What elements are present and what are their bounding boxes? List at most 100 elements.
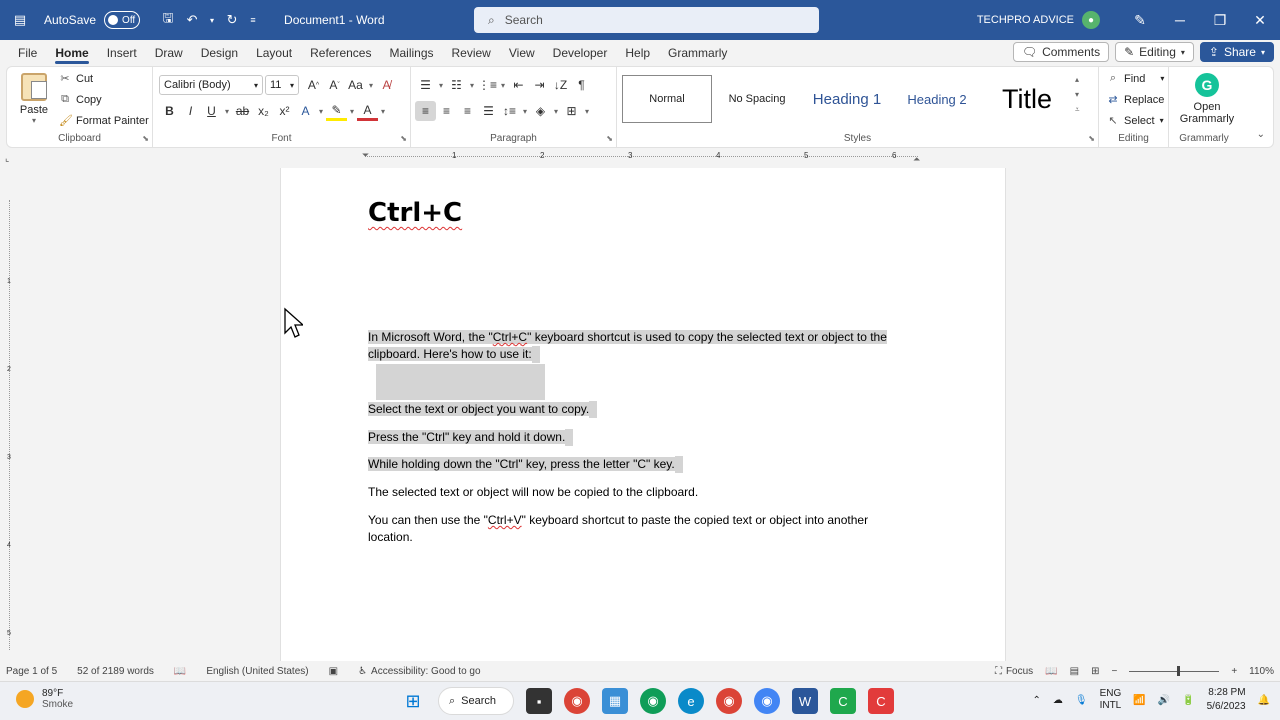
customize-toolbar-icon[interactable]: ≡ <box>248 12 258 28</box>
onedrive-icon[interactable]: ☁ <box>1053 695 1063 706</box>
bullets-icon[interactable]: ☰ <box>415 75 436 95</box>
page-count[interactable]: Page 1 of 5 <box>6 666 57 677</box>
bold-icon[interactable]: B <box>159 101 180 121</box>
multilevel-list-icon[interactable]: ⋮≡ <box>477 75 498 95</box>
find-button[interactable]: ⌕ Find ▾ <box>1107 72 1165 85</box>
tab-file[interactable]: File <box>9 40 46 66</box>
clock[interactable]: 8:28 PM 5/6/2023 <box>1207 686 1246 714</box>
windows-start-icon[interactable]: ⊞ <box>400 688 426 714</box>
chevron-down-icon[interactable]: ▾ <box>347 101 357 121</box>
chevron-down-icon[interactable]: ▾ <box>498 75 508 95</box>
taskbar-search[interactable]: ⌕ Search <box>438 687 514 715</box>
tab-grammarly[interactable]: Grammarly <box>659 40 736 66</box>
tab-help[interactable]: Help <box>616 40 659 66</box>
cut-button[interactable]: ✂ Cut <box>59 72 93 86</box>
tab-review[interactable]: Review <box>443 40 500 66</box>
increase-indent-icon[interactable]: ⇥ <box>529 75 550 95</box>
underline-icon[interactable]: U <box>201 101 222 121</box>
zoom-level[interactable]: 110% <box>1249 666 1274 677</box>
minimize-button[interactable]: ─ <box>1160 0 1200 40</box>
accessibility-status[interactable]: ♿ Accessibility: Good to go <box>358 666 480 677</box>
camtasia-green-icon[interactable]: C <box>830 688 856 714</box>
dialog-launcher-icon[interactable]: ⬊ <box>142 134 149 143</box>
format-painter-button[interactable]: 🖌 Format Painter <box>59 114 149 128</box>
read-mode-icon[interactable]: 📖 <box>1045 666 1057 677</box>
style-heading-2[interactable]: Heading 2 <box>892 75 982 123</box>
tab-insert[interactable]: Insert <box>98 40 146 66</box>
sort-icon[interactable]: ↓Z <box>550 75 571 95</box>
select-button[interactable]: ↖ Select ▾ <box>1107 114 1163 128</box>
indent-marker-icon[interactable]: ⏷ <box>362 150 369 161</box>
editing-mode-button[interactable]: ✎ Editing ▾ <box>1115 42 1194 62</box>
chevron-down-icon[interactable]: ▾ <box>436 75 446 95</box>
style-no-spacing[interactable]: No Spacing <box>712 75 802 123</box>
dialog-launcher-icon[interactable]: ⬊ <box>606 134 613 143</box>
save-icon[interactable]: 🖫 <box>160 10 176 28</box>
chevron-down-icon[interactable]: ▾ <box>582 101 592 121</box>
borders-icon[interactable]: ⊞ <box>561 101 582 121</box>
word-taskbar-icon[interactable]: W <box>792 688 818 714</box>
font-color-icon[interactable]: A <box>357 101 378 121</box>
tab-design[interactable]: Design <box>192 40 247 66</box>
document-page[interactable]: Ctrl+C In Microsoft Word, the "Ctrl+C" k… <box>280 168 1006 661</box>
strikethrough-icon[interactable]: ab <box>232 101 253 121</box>
scroll-down-icon[interactable]: ▾ <box>1075 90 1087 99</box>
paste-button[interactable]: Paste ▾ <box>19 73 49 125</box>
notifications-icon[interactable]: 🔔 <box>1258 695 1270 706</box>
maximize-button[interactable]: ❐ <box>1200 0 1240 40</box>
align-center-icon[interactable]: ≡ <box>436 101 457 121</box>
horizontal-ruler[interactable]: ⏷ ⏶ 1 2 3 4 5 6 <box>280 150 1006 164</box>
chrome-icon[interactable]: ◉ <box>564 688 590 714</box>
line-spacing-icon[interactable]: ↕≡ <box>499 101 520 121</box>
account-name[interactable]: TECHPRO ADVICE <box>977 14 1074 26</box>
focus-button[interactable]: ⛶ Focus <box>995 666 1033 677</box>
scroll-up-icon[interactable]: ▴ <box>1075 75 1087 84</box>
volume-icon[interactable]: 🔊 <box>1158 695 1170 706</box>
shading-icon[interactable]: ◈ <box>530 101 551 121</box>
right-indent-marker-icon[interactable]: ⏶ <box>913 154 920 165</box>
word-app-icon[interactable]: ▤ <box>12 12 28 28</box>
dialog-launcher-icon[interactable]: ⬊ <box>1088 134 1095 143</box>
weather-widget[interactable]: 89°F Smoke <box>16 688 73 710</box>
subscript-icon[interactable]: x₂ <box>253 101 274 121</box>
show-formatting-marks-icon[interactable]: ¶ <box>571 75 592 95</box>
chevron-down-icon[interactable]: ▾ <box>551 101 561 121</box>
chevron-down-icon[interactable]: ▾ <box>467 75 477 95</box>
open-grammarly-button[interactable]: G Open Grammarly <box>1179 73 1235 125</box>
change-case-icon[interactable]: Aa <box>345 75 366 95</box>
tab-draw[interactable]: Draw <box>146 40 192 66</box>
notepad-icon[interactable]: ▦ <box>602 688 628 714</box>
tab-references[interactable]: References <box>301 40 380 66</box>
highlight-icon[interactable]: ✎ <box>326 101 347 121</box>
font-name-select[interactable]: Calibri (Body) ▾ <box>159 75 263 95</box>
chrome-profile-icon[interactable]: ◉ <box>640 688 666 714</box>
redo-icon[interactable]: ↻ <box>224 12 240 28</box>
superscript-icon[interactable]: x² <box>274 101 295 121</box>
font-size-select[interactable]: 11 ▾ <box>265 75 299 95</box>
edge-icon[interactable]: e <box>678 688 704 714</box>
align-left-icon[interactable]: ≡ <box>415 101 436 121</box>
tab-view[interactable]: View <box>500 40 544 66</box>
tab-developer[interactable]: Developer <box>544 40 617 66</box>
replace-button[interactable]: ⇄ Replace <box>1107 93 1164 107</box>
chrome-profile-3-icon[interactable]: ◉ <box>754 688 780 714</box>
show-hidden-icons-icon[interactable]: ⌃ <box>1032 695 1040 706</box>
italic-icon[interactable]: I <box>180 101 201 121</box>
chrome-profile-2-icon[interactable]: ◉ <box>716 688 742 714</box>
chevron-down-icon[interactable]: ▾ <box>316 101 326 121</box>
dialog-launcher-icon[interactable]: ⬊ <box>400 134 407 143</box>
search-box[interactable]: ⌕ Search <box>474 7 819 33</box>
autosave-toggle[interactable]: Off <box>104 11 141 29</box>
justify-icon[interactable]: ☰ <box>478 101 499 121</box>
designer-pen-icon[interactable]: ✎ <box>1120 0 1160 40</box>
style-normal[interactable]: Normal <box>622 75 712 123</box>
style-title[interactable]: Title <box>982 75 1072 123</box>
zoom-in-icon[interactable]: + <box>1231 666 1237 677</box>
shrink-font-icon[interactable]: Aˇ <box>324 75 345 95</box>
text-predictions-icon[interactable]: ▣ <box>329 666 338 677</box>
print-layout-icon[interactable]: ▤ <box>1070 666 1079 677</box>
chevron-down-icon[interactable]: ▾ <box>520 101 530 121</box>
clear-formatting-icon[interactable]: A̸ <box>376 75 397 95</box>
closing-paragraph[interactable]: You can then use the "Ctrl+V" keyboard s… <box>368 512 868 546</box>
document-heading[interactable]: Ctrl+C <box>368 198 462 228</box>
